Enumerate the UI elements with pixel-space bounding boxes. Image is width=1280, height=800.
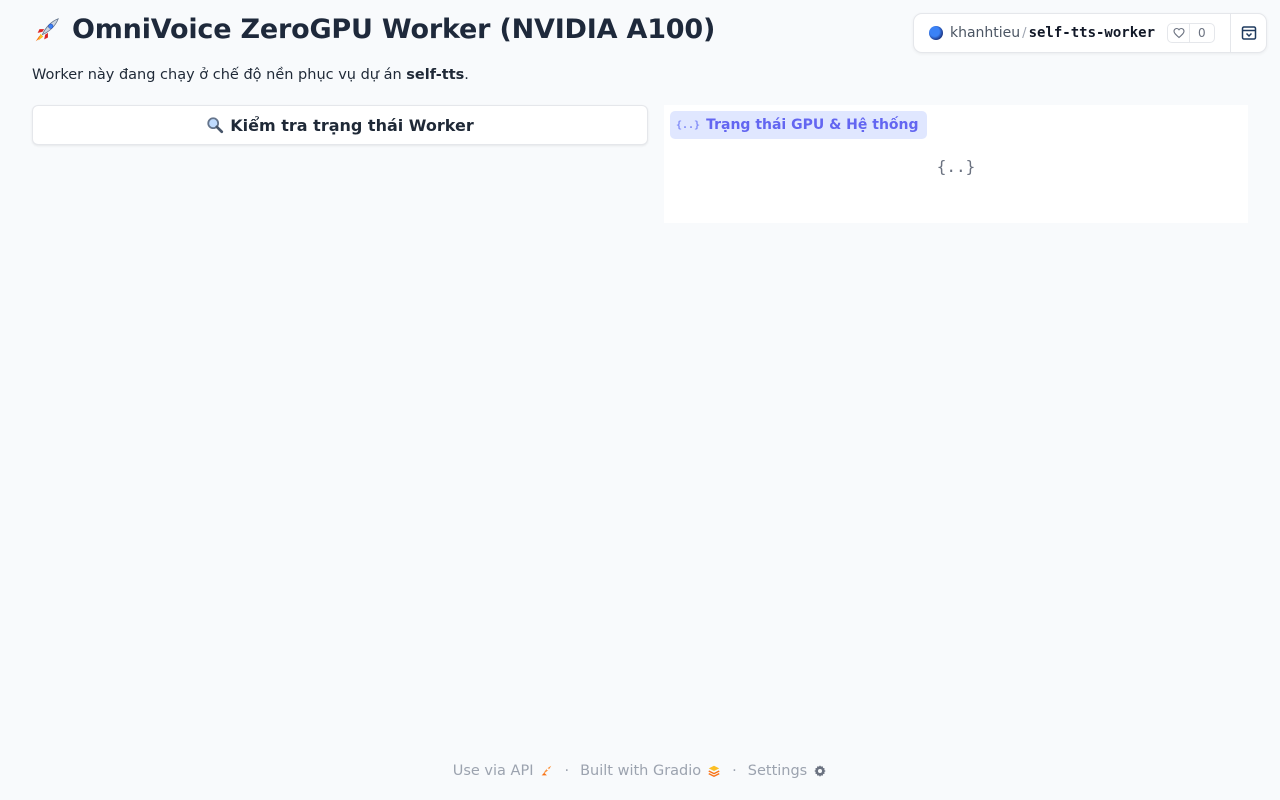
json-panel-label: {..} Trạng thái GPU & Hệ thống xyxy=(670,111,927,139)
page-subtitle: Worker này đang chạy ở chế độ nền phục v… xyxy=(32,67,469,83)
built-label: Built with Gradio xyxy=(580,763,702,779)
space-header-badge: khanhtieu / self-tts-worker 0 xyxy=(913,13,1267,53)
collapse-icon xyxy=(1241,26,1257,40)
like-button[interactable]: 0 xyxy=(1167,23,1215,43)
check-button-label: Kiểm tra trạng thái Worker xyxy=(230,115,474,135)
footer-separator: · xyxy=(564,763,570,779)
title-text: OmniVoice ZeroGPU Worker (NVIDIA A100) xyxy=(72,14,716,45)
settings-link[interactable]: Settings xyxy=(748,763,827,779)
gear-icon xyxy=(814,765,826,777)
gpu-status-json-panel: {..} Trạng thái GPU & Hệ thống {..} xyxy=(664,105,1248,223)
built-with-gradio-link[interactable]: Built with Gradio xyxy=(580,763,721,779)
page-title: OmniVoice ZeroGPU Worker (NVIDIA A100) xyxy=(32,14,715,45)
owner-avatar[interactable] xyxy=(929,26,943,40)
space-owner-link[interactable]: khanhtieu xyxy=(950,25,1020,41)
subtitle-suffix: . xyxy=(464,67,469,83)
heart-icon xyxy=(1168,24,1190,42)
json-braces-icon: {..} xyxy=(676,119,701,131)
subtitle-prefix: Worker này đang chạy ở chế độ nền phục v… xyxy=(32,67,407,83)
footer-separator: · xyxy=(732,763,737,779)
space-repo-link[interactable]: self-tts-worker xyxy=(1029,25,1155,41)
api-label: Use via API xyxy=(452,763,534,779)
collapse-button[interactable] xyxy=(1231,14,1267,52)
magnifier-icon xyxy=(207,117,224,134)
settings-label: Settings xyxy=(747,763,808,779)
json-label-text: Trạng thái GPU & Hệ thống xyxy=(706,117,919,133)
json-empty-placeholder: {..} xyxy=(936,157,976,176)
footer: Use via API · Built with Gradio · Settin… xyxy=(0,763,1280,779)
app-root: OmniVoice ZeroGPU Worker (NVIDIA A100) W… xyxy=(0,0,1280,800)
subtitle-project: self-tts xyxy=(406,67,465,83)
space-path-separator: / xyxy=(1022,25,1027,41)
api-rocket-icon xyxy=(542,765,552,776)
rocket-icon xyxy=(35,17,59,41)
check-worker-status-button[interactable]: Kiểm tra trạng thái Worker xyxy=(32,105,648,145)
gradio-logo-icon xyxy=(708,765,720,778)
use-via-api-link[interactable]: Use via API xyxy=(453,763,554,779)
like-count: 0 xyxy=(1198,26,1206,40)
